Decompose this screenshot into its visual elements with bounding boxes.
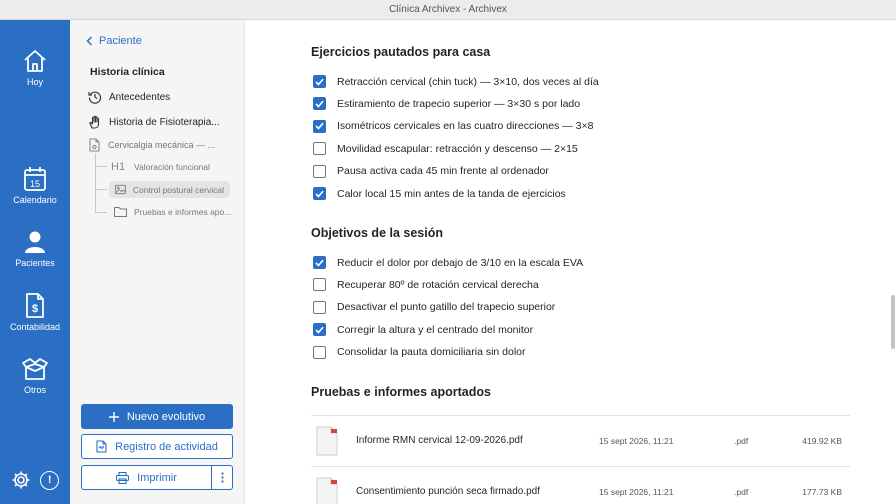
calendar-icon: 15 xyxy=(24,167,46,191)
checkbox[interactable] xyxy=(313,142,326,156)
pdf-file-icon xyxy=(316,426,338,456)
alert-icon[interactable]: ! xyxy=(40,470,60,490)
checkmark-icon xyxy=(315,190,324,198)
objective-label: Reducir el dolor por debajo de 3/10 en l… xyxy=(337,256,584,269)
heading-h1-icon: H1 xyxy=(111,161,126,173)
new-note-button[interactable]: Nuevo evolutivo xyxy=(81,404,233,429)
objective-label: Consolidar la pauta domiciliaria sin dol… xyxy=(337,346,526,359)
calendar-day: 15 xyxy=(30,179,40,189)
back-label: Paciente xyxy=(99,35,142,47)
activity-log-button[interactable]: Registro de actividad xyxy=(81,434,233,459)
files-table: Informe RMN cervical 12-09-2026.pdf 15 s… xyxy=(311,415,850,504)
sidebar: Paciente Historia clínica Antecedentes H… xyxy=(70,20,245,504)
exercise-label: Isométricos cervicales en las cuatro dir… xyxy=(337,120,594,133)
print-options-button[interactable] xyxy=(211,465,233,490)
checkbox[interactable] xyxy=(313,164,326,178)
rail-item-pacientes[interactable]: Pacientes xyxy=(0,229,70,268)
exercise-label: Movilidad escapular: retracción y descen… xyxy=(337,142,578,155)
checkbox[interactable] xyxy=(313,256,326,269)
objective-item[interactable]: Desactivar el punto gatillo del trapecio… xyxy=(313,300,556,314)
sidebar-subitem-valoracion[interactable]: H1 Valoración funcional xyxy=(111,161,210,173)
person-icon xyxy=(25,231,45,253)
exercise-label: Pausa activa cada 45 min frente al orden… xyxy=(337,165,549,178)
exercise-item[interactable]: Pausa activa cada 45 min frente al orden… xyxy=(313,164,549,178)
sidebar-subitem-pruebas[interactable]: Pruebas e informes apo... xyxy=(114,206,231,217)
rail-item-otros[interactable]: Otros xyxy=(0,356,70,395)
rail-label-otros: Otros xyxy=(23,385,46,395)
scrollbar-thumb[interactable] xyxy=(891,295,895,349)
objective-label: Recuperar 80º de rotación cervical derec… xyxy=(337,278,539,291)
exercise-label: Estiramiento de trapecio superior — 3×30… xyxy=(337,97,581,110)
checkmark-icon xyxy=(315,100,324,108)
more-vertical-icon xyxy=(220,472,224,483)
history-icon xyxy=(88,91,102,104)
checkmark-icon xyxy=(315,122,324,130)
checkmark-icon xyxy=(315,259,324,267)
hand-icon xyxy=(89,115,100,129)
checkbox[interactable] xyxy=(313,300,326,314)
files-title: Pruebas e informes aportados xyxy=(311,385,491,399)
rail-label-calendario: Calendario xyxy=(13,195,57,205)
sidebar-item-cervicalgia[interactable]: Cervicalgia mecánica — ... xyxy=(88,138,215,152)
objective-item[interactable]: Corregir la altura y el centrado del mon… xyxy=(313,323,534,337)
section-title: Historia clínica xyxy=(90,66,165,78)
checkbox[interactable] xyxy=(313,187,326,200)
gear-icon[interactable] xyxy=(11,470,31,490)
exercise-item[interactable]: Estiramiento de trapecio superior — 3×30… xyxy=(313,97,581,111)
svg-text:$: $ xyxy=(32,303,38,315)
chevron-left-icon xyxy=(86,36,93,46)
rail-label-pacientes: Pacientes xyxy=(15,258,55,268)
plus-icon xyxy=(108,411,119,422)
document-icon xyxy=(89,138,100,152)
checkbox[interactable] xyxy=(313,345,326,359)
exercise-item[interactable]: Calor local 15 min antes de la tanda de … xyxy=(313,187,566,200)
exercise-label: Retracción cervical (chin tuck) — 3×10, … xyxy=(337,75,599,88)
print-button[interactable]: Imprimir xyxy=(81,465,212,490)
main-content: Ejercicios pautados para casa Retracción… xyxy=(246,20,896,504)
scrollbar-track[interactable] xyxy=(889,20,896,504)
checkbox[interactable] xyxy=(313,97,326,111)
rail-label-contabilidad: Contabilidad xyxy=(9,322,61,332)
table-row[interactable]: Informe RMN cervical 12-09-2026.pdf 15 s… xyxy=(311,415,850,466)
sidebar-subitem-control-postural[interactable]: Control postural cervical xyxy=(109,181,230,198)
rail-item-contabilidad[interactable]: $ Contabilidad xyxy=(0,292,70,332)
folder-icon xyxy=(114,207,127,217)
checkmark-icon xyxy=(315,326,324,334)
objective-item[interactable]: Recuperar 80º de rotación cervical derec… xyxy=(313,278,539,292)
objective-item[interactable]: Reducir el dolor por debajo de 3/10 en l… xyxy=(313,256,583,269)
rail-item-hoy[interactable]: Hoy xyxy=(0,48,70,87)
exercises-title: Ejercicios pautados para casa xyxy=(311,45,491,59)
objective-label: Desactivar el punto gatillo del trapecio… xyxy=(337,301,556,314)
sidebar-item-antecedentes[interactable]: Antecedentes xyxy=(88,90,170,104)
checkbox[interactable] xyxy=(313,323,326,337)
app-rail: Hoy 15 Calendario Pacientes $ Contabilid… xyxy=(0,20,70,504)
pdf-file-icon xyxy=(316,477,338,504)
objectives-title: Objetivos de la sesión xyxy=(311,226,443,240)
checkbox[interactable] xyxy=(313,75,326,88)
invoice-dollar-icon: $ xyxy=(26,293,44,318)
sidebar-item-historia-fisioterapia[interactable]: Historia de Fisioterapia... xyxy=(88,115,220,129)
home-icon xyxy=(24,50,46,72)
checkmark-icon xyxy=(315,78,324,86)
image-icon xyxy=(115,184,126,195)
back-to-patient-link[interactable]: Paciente xyxy=(86,35,142,47)
checkbox[interactable] xyxy=(313,119,326,133)
open-box-icon xyxy=(22,358,48,380)
table-row[interactable]: Consentimiento punción seca firmado.pdf … xyxy=(311,466,850,504)
printer-icon xyxy=(116,471,130,484)
objective-label: Corregir la altura y el centrado del mon… xyxy=(337,323,534,336)
exercise-item[interactable]: Isométricos cervicales en las cuatro dir… xyxy=(313,119,594,133)
exercise-item[interactable]: Retracción cervical (chin tuck) — 3×10, … xyxy=(313,75,599,88)
window-title: Clínica Archivex - Archivex xyxy=(0,0,896,20)
rail-label-hoy: Hoy xyxy=(26,77,43,87)
objective-item[interactable]: Consolidar la pauta domiciliaria sin dol… xyxy=(313,345,526,359)
checkbox[interactable] xyxy=(313,278,326,292)
exercise-label: Calor local 15 min antes de la tanda de … xyxy=(337,187,566,200)
rail-item-calendario[interactable]: 15 Calendario xyxy=(0,166,70,205)
activity-document-icon xyxy=(96,440,107,453)
exercise-item[interactable]: Movilidad escapular: retracción y descen… xyxy=(313,142,578,156)
